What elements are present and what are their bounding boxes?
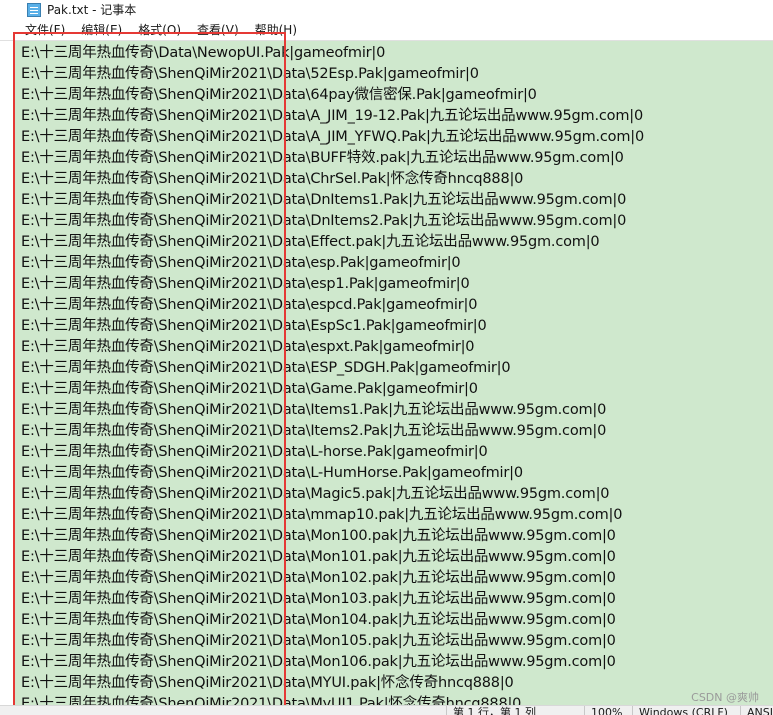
text-line: E:\十三周年热血传奇\ShenQiMir2021\Data\Mon106.pa… (21, 654, 616, 670)
cursor-position: 第 1 行，第 1 列 (446, 706, 536, 715)
text-line: E:\十三周年热血传奇\ShenQiMir2021\Data\BUFF特效.pa… (21, 150, 624, 166)
menu-bar: 文件(F) 编辑(E) 格式(O) 查看(V) 帮助(H) (0, 20, 773, 40)
menu-edit[interactable]: 编辑(E) (73, 20, 130, 40)
text-line: E:\十三周年热血传奇\ShenQiMir2021\Data\mmap10.pa… (21, 507, 623, 523)
text-line: E:\十三周年热血传奇\ShenQiMir2021\Data\Magic5.pa… (21, 486, 610, 502)
line-ending: Windows (CRLF) (632, 706, 728, 715)
text-line: E:\十三周年热血传奇\ShenQiMir2021\Data\Mon102.pa… (21, 570, 616, 586)
menu-format[interactable]: 格式(O) (130, 20, 189, 40)
text-line: E:\十三周年热血传奇\ShenQiMir2021\Data\64pay微信密保… (21, 87, 537, 103)
window-title: Pak.txt - 记事本 (47, 3, 137, 17)
text-line: E:\十三周年热血传奇\ShenQiMir2021\Data\Effect.pa… (21, 234, 600, 250)
text-line: E:\十三周年热血传奇\ShenQiMir2021\Data\Mon103.pa… (21, 591, 616, 607)
text-editor[interactable]: E:\十三周年热血传奇\Data\NewopUI.Pak|gameofmir|0… (0, 40, 773, 705)
text-line: E:\十三周年热血传奇\ShenQiMir2021\Data\52Esp.Pak… (21, 66, 479, 82)
text-lines: E:\十三周年热血传奇\Data\NewopUI.Pak|gameofmir|0… (21, 43, 644, 705)
encoding: ANSI (740, 706, 773, 715)
notepad-icon (27, 3, 41, 17)
text-line: E:\十三周年热血传奇\ShenQiMir2021\Data\Items1.Pa… (21, 402, 607, 418)
menu-view[interactable]: 查看(V) (189, 20, 247, 40)
csdn-watermark: CSDN @爽帅 (691, 691, 759, 704)
text-line: E:\十三周年热血传奇\ShenQiMir2021\Data\Mon101.pa… (21, 549, 616, 565)
text-line: E:\十三周年热血传奇\ShenQiMir2021\Data\Items2.Pa… (21, 423, 607, 439)
text-line: E:\十三周年热血传奇\ShenQiMir2021\Data\Mon105.pa… (21, 633, 616, 649)
text-line: E:\十三周年热血传奇\ShenQiMir2021\Data\espcd.Pak… (21, 297, 478, 313)
status-bar: 第 1 行，第 1 列 100% Windows (CRLF) ANSI (0, 705, 773, 715)
menu-file[interactable]: 文件(F) (0, 20, 73, 40)
text-line: E:\十三周年热血传奇\ShenQiMir2021\Data\ChrSel.Pa… (21, 171, 524, 187)
notepad-window: Pak.txt - 记事本 文件(F) 编辑(E) 格式(O) 查看(V) 帮助… (0, 0, 773, 715)
text-line: E:\十三周年热血传奇\ShenQiMir2021\Data\ESP_SDGH.… (21, 360, 511, 376)
text-line: E:\十三周年热血传奇\ShenQiMir2021\Data\espxt.Pak… (21, 339, 475, 355)
text-line: E:\十三周年热血传奇\ShenQiMir2021\Data\MyUI1.Pak… (21, 696, 522, 705)
text-line: E:\十三周年热血传奇\Data\NewopUI.Pak|gameofmir|0 (21, 45, 386, 61)
text-line: E:\十三周年热血传奇\ShenQiMir2021\Data\MYUI.pak|… (21, 675, 514, 691)
text-line: E:\十三周年热血传奇\ShenQiMir2021\Data\esp1.Pak|… (21, 276, 470, 292)
text-line: E:\十三周年热血传奇\ShenQiMir2021\Data\A_JIM_19-… (21, 108, 643, 124)
menu-help[interactable]: 帮助(H) (247, 20, 305, 40)
text-line: E:\十三周年热血传奇\ShenQiMir2021\Data\EspSc1.Pa… (21, 318, 487, 334)
text-line: E:\十三周年热血传奇\ShenQiMir2021\Data\DnItems2.… (21, 213, 627, 229)
text-line: E:\十三周年热血传奇\ShenQiMir2021\Data\DnItems1.… (21, 192, 627, 208)
title-bar[interactable]: Pak.txt - 记事本 (0, 0, 773, 20)
text-line: E:\十三周年热血传奇\ShenQiMir2021\Data\L-horse.P… (21, 444, 488, 460)
text-line: E:\十三周年热血传奇\ShenQiMir2021\Data\L-HumHors… (21, 465, 523, 481)
zoom-level: 100% (584, 706, 622, 715)
text-line: E:\十三周年热血传奇\ShenQiMir2021\Data\esp.Pak|g… (21, 255, 461, 271)
text-line: E:\十三周年热血传奇\ShenQiMir2021\Data\Game.Pak|… (21, 381, 478, 397)
text-line: E:\十三周年热血传奇\ShenQiMir2021\Data\Mon100.pa… (21, 528, 616, 544)
text-line: E:\十三周年热血传奇\ShenQiMir2021\Data\Mon104.pa… (21, 612, 616, 628)
text-line: E:\十三周年热血传奇\ShenQiMir2021\Data\A_JIM_YFW… (21, 129, 644, 145)
